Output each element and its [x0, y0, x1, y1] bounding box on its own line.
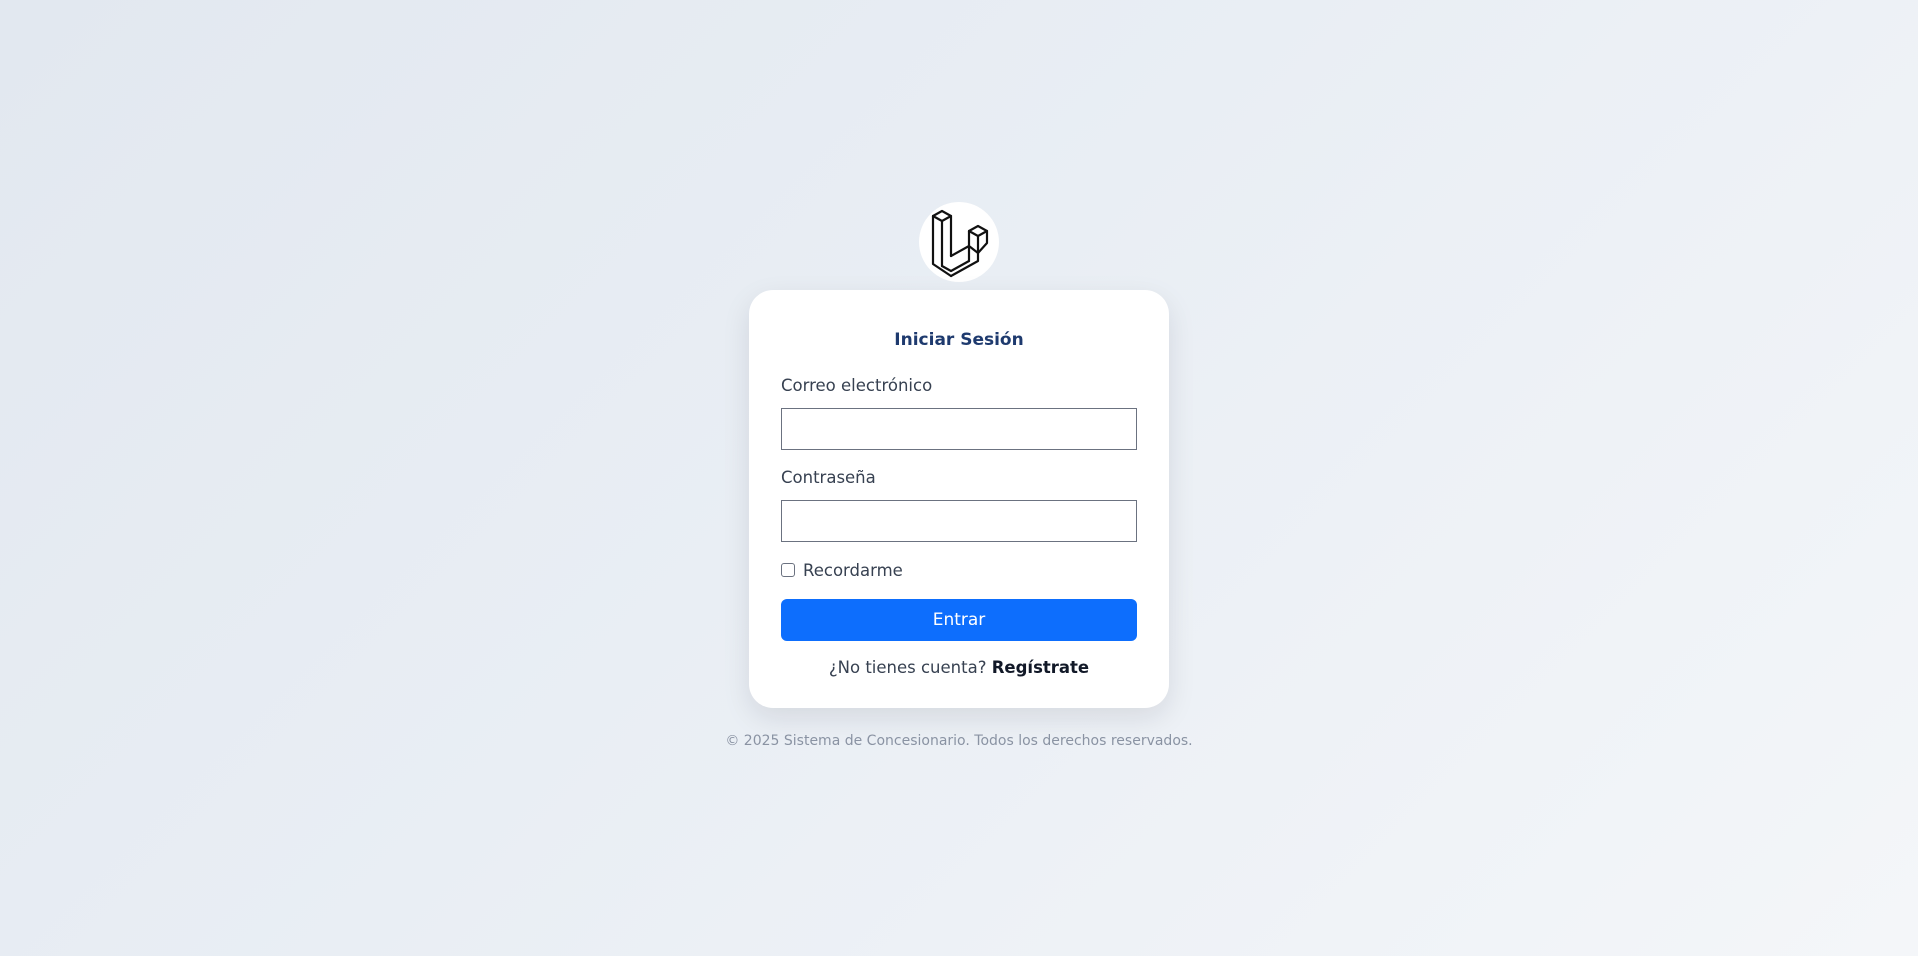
password-field[interactable] — [781, 500, 1137, 542]
register-prompt: ¿No tienes cuenta? — [828, 658, 992, 677]
password-label: Contraseña — [781, 468, 876, 487]
email-label: Correo electrónico — [781, 376, 933, 395]
email-field[interactable] — [781, 408, 1137, 450]
page-title: Iniciar Sesión — [894, 330, 1024, 350]
remember-row[interactable]: Recordarme — [781, 560, 1137, 580]
app-logo — [919, 202, 999, 282]
laravel-logo-icon — [931, 209, 989, 278]
login-button[interactable]: Entrar — [781, 599, 1137, 641]
register-row: ¿No tienes cuenta? Regístrate — [781, 658, 1137, 678]
remember-checkbox[interactable] — [781, 563, 795, 577]
login-card: Iniciar Sesión Correo electrónico Contra… — [749, 290, 1169, 708]
register-link[interactable]: Regístrate — [992, 658, 1089, 677]
footer-copyright: © 2025 Sistema de Concesionario. Todos l… — [725, 733, 1193, 749]
remember-label: Recordarme — [803, 560, 903, 580]
